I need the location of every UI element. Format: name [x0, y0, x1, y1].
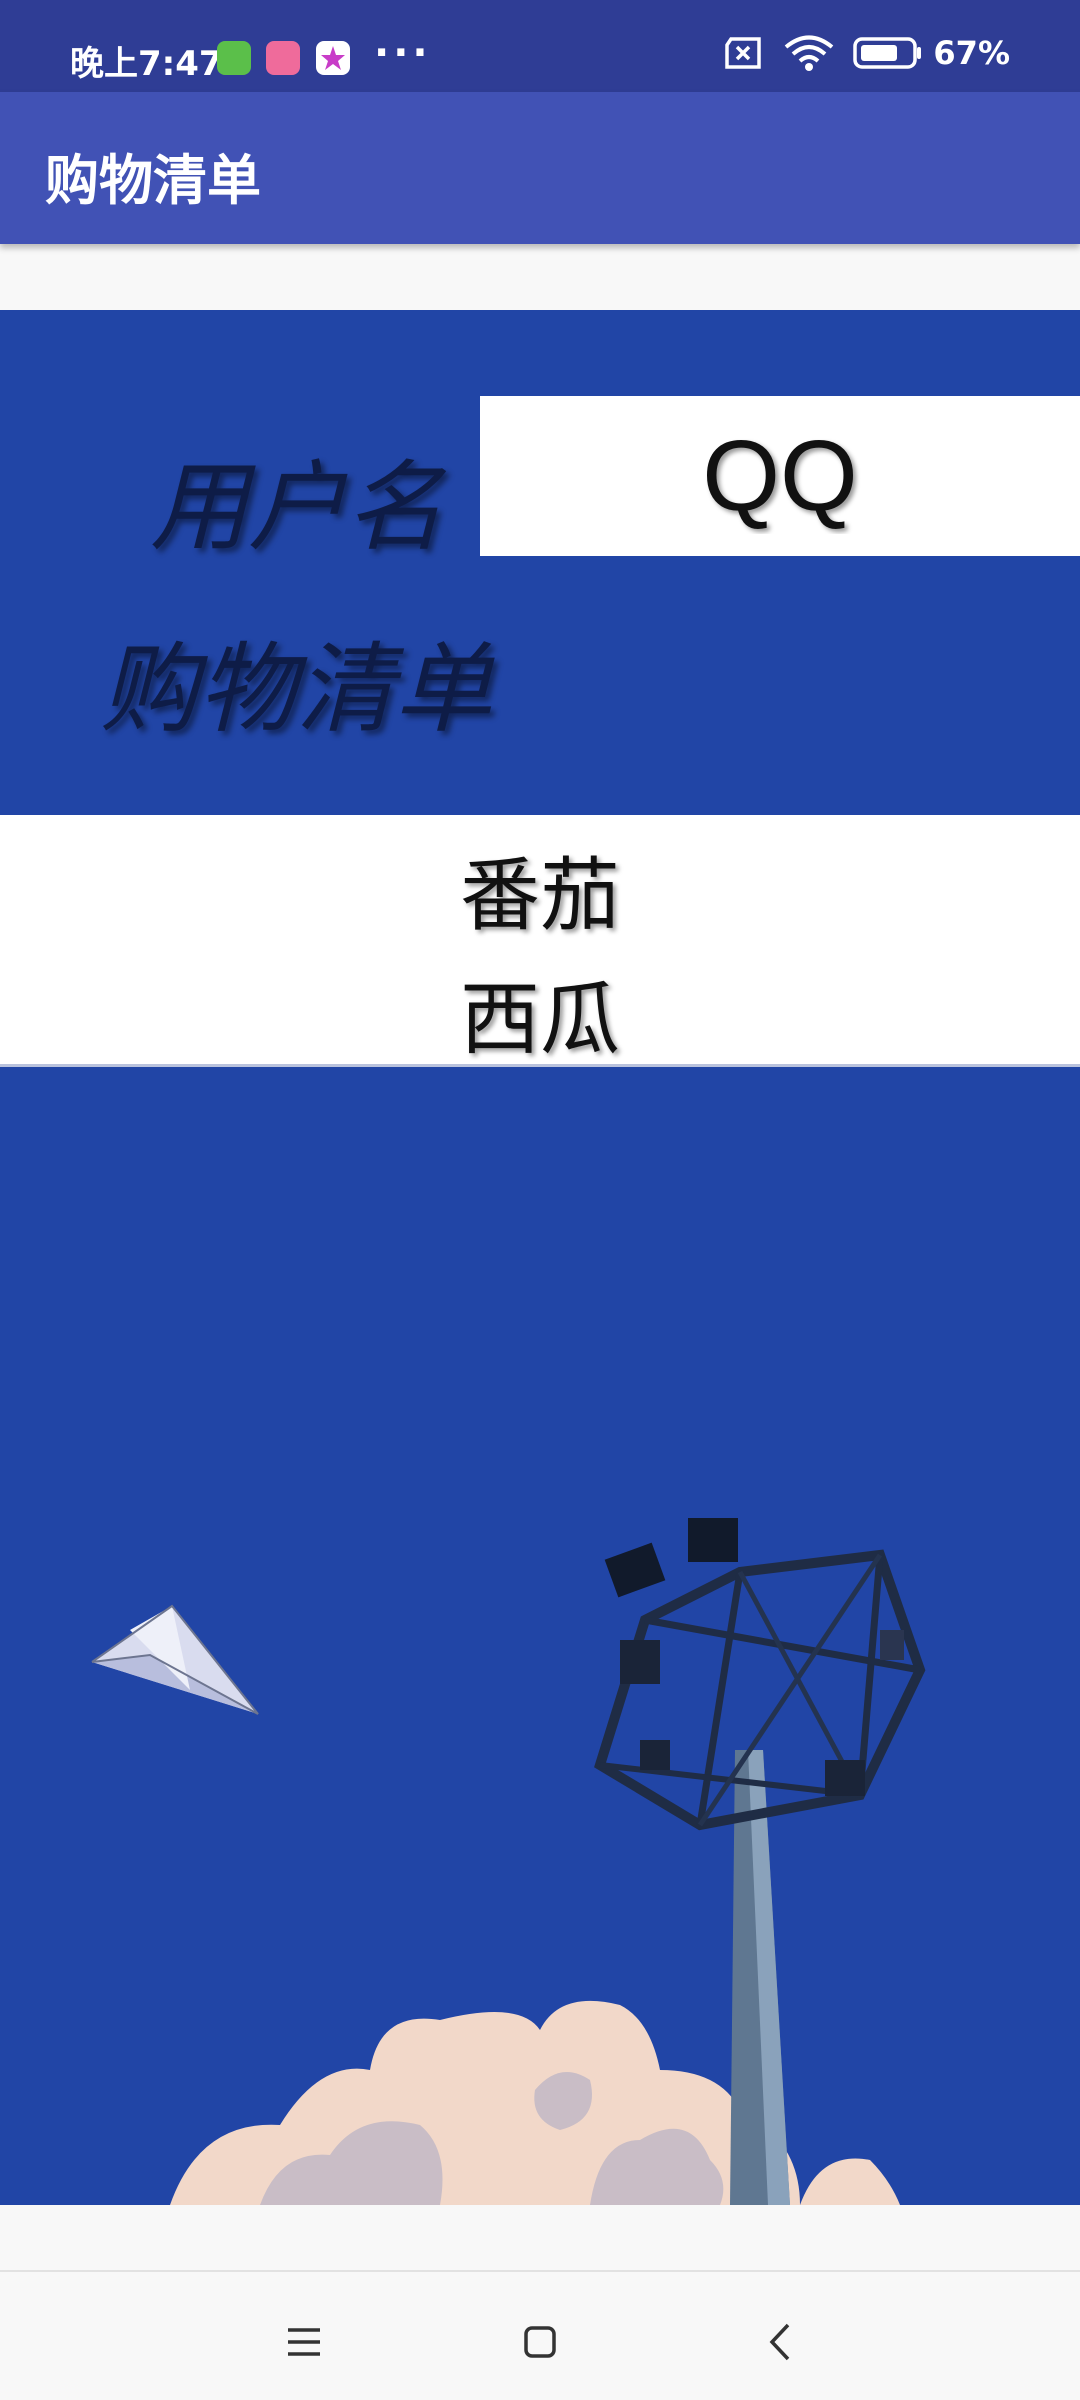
system-nav-bar [0, 2270, 1080, 2400]
more-notifications-icon: ··· [374, 30, 432, 76]
app-bar: 购物清单 [0, 92, 1080, 244]
shopping-list-label: 购物清单 [100, 633, 493, 747]
clouds-illustration [170, 2000, 900, 2205]
menu-icon [288, 2328, 320, 2356]
status-bar: 晚上7:47 ··· 67% [0, 0, 1080, 92]
back-chevron-icon [769, 2323, 790, 2361]
wifi-icon [785, 35, 834, 71]
star-app-icon [316, 41, 350, 75]
battery-percent: 67% [933, 34, 1010, 72]
back-button[interactable] [740, 2302, 820, 2382]
bilibili-app-icon [266, 41, 300, 75]
username-input[interactable] [480, 396, 1080, 556]
recent-apps-button[interactable] [264, 2302, 344, 2382]
status-time: 晚上7:47 [70, 44, 223, 84]
home-square-icon [524, 2326, 556, 2358]
list-item-watermelon[interactable]: 西瓜 [0, 955, 1080, 1071]
shopping-list: 番茄 西瓜 [0, 815, 1080, 1067]
paper-plane-icon [91, 1604, 259, 1715]
sim-error-icon [725, 37, 762, 69]
battery-icon [853, 37, 922, 69]
username-label: 用户名 [150, 451, 445, 565]
page-title: 购物清单 [45, 149, 261, 212]
background-illustration [91, 1518, 926, 2205]
main-content: 用户名 购物清单 番茄 西瓜 [0, 310, 1080, 2205]
list-item-tomato[interactable]: 番茄 [0, 831, 1080, 947]
wechat-app-icon [217, 41, 251, 75]
home-button[interactable] [500, 2302, 580, 2382]
